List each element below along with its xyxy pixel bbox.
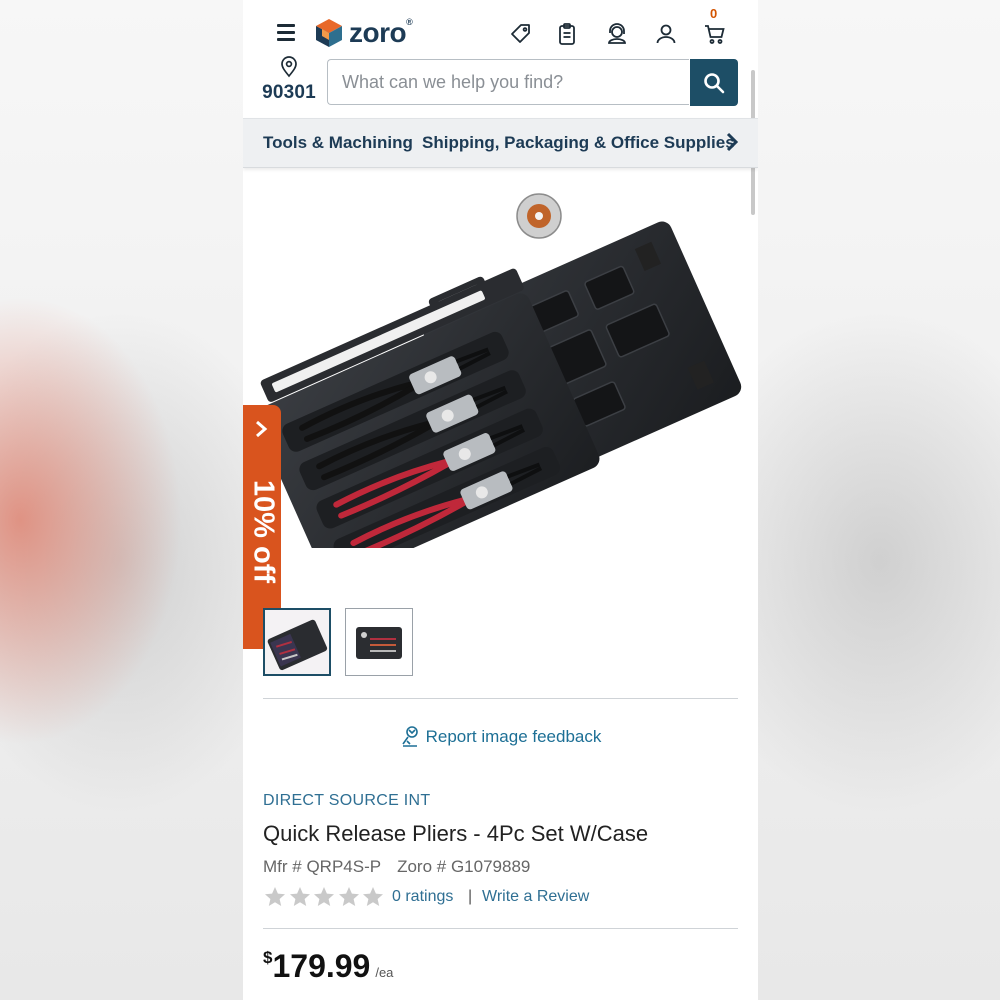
zip-code: 90301 [262,82,316,103]
thumbnail-1[interactable] [263,608,331,676]
promo-label: 10% off [247,479,280,584]
price-amount: 179.99 [272,948,371,984]
star-icon [265,887,285,906]
search-button[interactable] [690,59,738,106]
product-image[interactable] [257,168,743,548]
zoro-number: Zoro # G1079889 [397,857,531,876]
feedback-label: Report image feedback [425,727,602,746]
product-identifiers: Mfr # QRP4S-P Zoro # G1079889 [263,857,530,877]
support-icon[interactable] [605,22,629,46]
star-icon [314,887,334,906]
tag-icon[interactable] [509,22,533,46]
category-link-tools[interactable]: Tools & Machining [263,133,413,153]
logo-cube-icon [316,19,342,47]
product-brand[interactable]: DIRECT SOURCE INT [263,792,430,810]
location-pin-icon [281,56,297,78]
write-review-link[interactable]: Write a Review [482,888,589,906]
clipboard-icon[interactable] [555,22,579,46]
chevron-right-icon[interactable] [725,131,739,153]
thumbnail-2[interactable] [345,608,413,676]
chevron-right-icon [256,420,268,438]
category-link-shipping[interactable]: Shipping, Packaging & Office Supplies [422,133,735,153]
logo-text: zoro® [349,17,413,48]
category-bar: Tools & Machining Shipping, Packaging & … [243,118,758,168]
location-selector[interactable]: 90301 [261,56,317,104]
star-icon [338,887,359,906]
product-price: $179.99/ea [263,948,393,985]
mobile-page: zoro® 0 90301 Tools & Machining Shipping… [243,0,758,1000]
menu-icon[interactable] [277,24,295,41]
search-icon [704,72,725,93]
star-rating [263,885,386,909]
star-icon [363,887,383,906]
price-unit: /ea [375,965,394,980]
report-image-feedback-link[interactable]: Report image feedback [243,724,758,748]
feedback-icon [401,726,418,747]
cart-icon[interactable] [703,22,727,46]
separator: | [468,888,473,905]
divider [263,928,738,929]
thumbnail-image [346,609,412,675]
mfr-number: Mfr # QRP4S-P [263,857,382,876]
ratings-count-link[interactable]: 0 ratings [392,888,453,906]
divider [263,698,738,699]
star-icon [289,887,310,906]
account-icon[interactable] [654,22,678,46]
zoro-logo[interactable]: zoro® [315,16,413,50]
cart-count-badge: 0 [710,6,718,21]
product-title: Quick Release Pliers - 4Pc Set W/Case [263,821,649,846]
thumbnail-image [265,610,329,674]
search-input[interactable] [327,59,689,105]
